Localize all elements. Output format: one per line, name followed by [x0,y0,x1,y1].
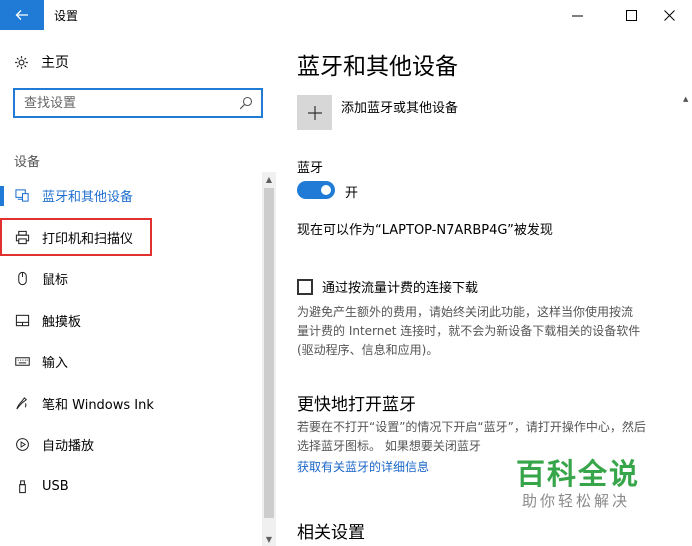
sidebar-scrollbar[interactable]: ▲ ▼ [262,172,276,546]
close-icon [663,9,675,21]
add-device-button[interactable] [297,95,332,130]
description-line: 若要在不打开“设置”的情况下开启“蓝牙”，请打开操作中心，然后 [297,420,646,434]
sidebar-item-label: 笔和 Windows Ink [42,397,154,413]
maximize-icon [625,9,637,21]
metered-download-row[interactable]: 通过按流量计费的连接下载 [297,277,478,296]
search-icon[interactable] [239,96,253,110]
usb-icon [14,478,30,494]
bluetooth-toggle[interactable] [297,181,335,199]
minimize-icon [571,15,583,16]
printer-icon [14,229,30,245]
metered-download-checkbox[interactable] [297,278,313,295]
watermark-title: 百科全说 [516,457,641,491]
plus-icon [307,105,322,120]
discoverable-text: 现在可以作为“LAPTOP-N7ARBP4G”被发现 [297,223,553,238]
touchpad-icon [14,312,30,328]
metered-download-label[interactable]: 通过按流量计费的连接下载 [322,277,478,296]
sidebar-item-touchpad[interactable]: 触摸板 [0,300,262,342]
sidebar-item-autoplay[interactable]: 自动播放 [0,424,262,466]
sidebar-item-label: 蓝牙和其他设备 [42,190,134,206]
sidebar-item-mouse[interactable]: 鼠标 [0,258,262,300]
watermark: 百科全说 助你轻松解决 [498,449,658,521]
scroll-down-arrow-icon[interactable]: ▼ [262,532,276,546]
sidebar-item-label: 触摸板 [42,314,82,330]
home-nav-item[interactable]: 主页 [14,52,69,72]
scroll-up-arrow-icon[interactable]: ▲ [262,172,276,186]
search-input[interactable] [15,90,225,116]
bluetooth-label: 蓝牙 [297,161,324,176]
sidebar-item-typing[interactable]: 输入 [0,341,262,383]
home-label: 主页 [41,55,69,71]
sidebar-item-label: USB [42,478,69,494]
scroll-thumb[interactable] [264,188,274,518]
toggle-state-label: 开 [345,186,359,201]
description-line: (驱动程序、信息和应用)。 [297,343,439,357]
minimize-button[interactable] [554,0,600,30]
add-device-label[interactable]: 添加蓝牙或其他设备 [341,97,458,116]
main-scroll-up-arrow-icon[interactable]: ▲ [683,95,692,103]
sidebar-item-label: 打印机和扫描仪 [42,231,134,247]
bluetooth-info-link[interactable]: 获取有关蓝牙的详细信息 [297,458,429,475]
quick-bluetooth-heading: 更快地打开蓝牙 [297,395,416,415]
sidebar-item-label: 输入 [42,356,69,372]
keyboard-icon [14,354,30,370]
section-label: 设备 [14,155,41,170]
description-line: 为避免产生额外的费用，请始终关闭此功能，这样当你使用按流 [297,305,634,319]
related-settings-heading: 相关设置 [297,523,365,543]
sidebar-item-printers[interactable]: 打印机和扫描仪 [0,217,262,259]
autoplay-icon [14,437,30,453]
sidebar-item-label: 自动播放 [42,439,95,455]
description-line: 量计费的 Internet 连接时，就不会为新设备下载相关的设备软件 [297,324,641,338]
back-button[interactable] [0,0,44,30]
sidebar-item-pen[interactable]: 笔和 Windows Ink [0,383,262,425]
page-title: 蓝牙和其他设备 [297,54,458,80]
gear-icon [15,55,28,69]
sidebar-item-label: 鼠标 [42,273,69,289]
title-bar: 设置 [0,0,692,30]
sidebar-nav: 蓝牙和其他设备 打印机和扫描仪 鼠标 触摸板 输入 笔和 Windows Ink… [0,175,262,507]
metered-description: 为避免产生额外的费用，请始终关闭此功能，这样当你使用按流 量计费的 Intern… [297,303,689,360]
back-arrow-icon [15,10,28,20]
mouse-icon [14,271,30,287]
sidebar: 主页 设备 蓝牙和其他设备 打印机和扫描仪 鼠标 [0,30,278,546]
add-device-row[interactable]: 添加蓝牙或其他设备 [297,95,458,130]
pen-icon [14,395,30,411]
watermark-subtitle: 助你轻松解决 [522,492,631,510]
bluetooth-devices-icon [14,188,30,204]
search-box[interactable] [13,88,263,118]
sidebar-item-bluetooth[interactable]: 蓝牙和其他设备 [0,175,262,217]
sidebar-item-usb[interactable]: USB [0,466,262,508]
window-title: 设置 [54,9,79,23]
close-button[interactable] [646,0,692,30]
